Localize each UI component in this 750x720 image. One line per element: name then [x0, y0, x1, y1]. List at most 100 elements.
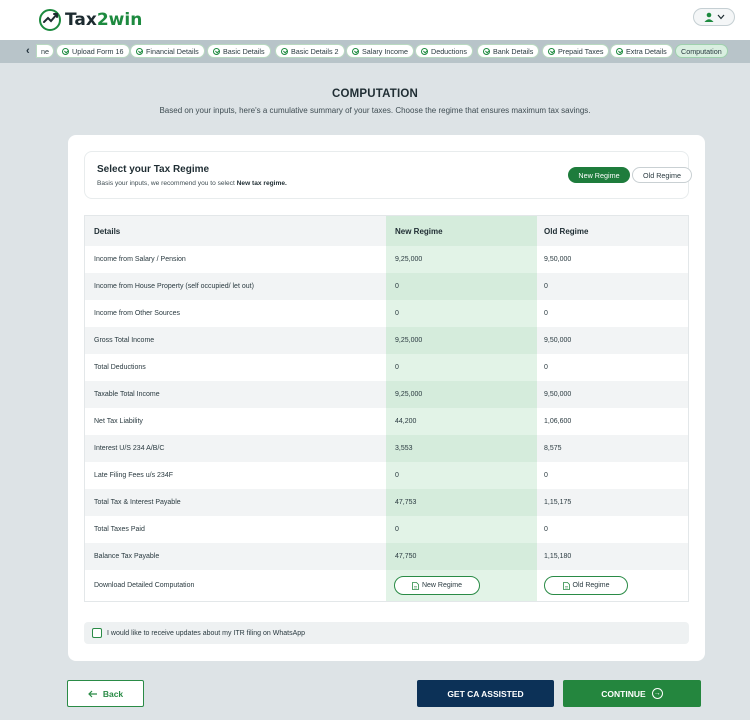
step-label: Deductions — [431, 46, 467, 56]
row-label: Income from House Property (self occupie… — [94, 283, 254, 290]
step-label: Computation — [681, 46, 722, 56]
new-regime-value: 0 — [386, 300, 537, 327]
logo-text-accent: 2win — [96, 10, 143, 30]
header-new-regime: New Regime — [386, 216, 537, 246]
table-row: Income from Salary / Pension 9,25,000 9,50… — [85, 246, 688, 273]
old-regime-value: 9,50,000 — [544, 337, 572, 344]
row-label: Total Taxes Paid — [94, 526, 145, 533]
step-prepaid-taxes[interactable]: Prepaid Taxes — [542, 44, 610, 58]
new-regime-toggle[interactable]: New Regime — [568, 167, 630, 183]
table-row: Balance Tax Payable 47,750 1,15,180 — [85, 543, 688, 570]
top-bar: Tax2win — [0, 0, 750, 40]
new-regime-value: 3,553 — [386, 435, 537, 462]
table-row: Total Tax & Interest Payable 47,753 1,15,1… — [85, 489, 688, 516]
step-label: Prepaid Taxes — [558, 46, 604, 56]
back-label: Back — [102, 688, 124, 699]
new-regime-value: 47,753 — [386, 489, 537, 516]
step-previous-partial[interactable]: ne — [36, 44, 54, 58]
check-circle-icon — [213, 47, 220, 55]
back-button[interactable]: Back — [67, 680, 144, 707]
arrow-right-circle-icon: → — [651, 688, 663, 699]
get-ca-assisted-button[interactable]: GET CA ASSISTED — [417, 680, 554, 707]
check-circle-icon — [136, 47, 143, 55]
row-label: Late Filing Fees u/s 234F — [94, 472, 173, 479]
whatsapp-label[interactable]: I would like to receive updates about my… — [107, 630, 305, 637]
table-header-row: Details New Regime Old Regime — [85, 216, 688, 246]
old-regime-value: 0 — [544, 526, 548, 533]
step-label: ne — [41, 46, 49, 56]
download-new-regime-button[interactable]: New Regime — [394, 576, 480, 595]
download-old-regime-button[interactable]: Old Regime — [544, 576, 628, 595]
old-regime-value: 0 — [544, 310, 548, 317]
new-regime-value: 9,25,000 — [386, 246, 537, 273]
old-regime-value: 1,15,175 — [544, 499, 572, 506]
logo-text: Tax2win — [65, 10, 142, 30]
check-circle-icon — [62, 47, 69, 55]
progress-steps: ‹ ne Upload Form 16 Financial Details Ba… — [0, 40, 750, 63]
step-deductions[interactable]: Deductions — [415, 44, 473, 58]
row-label: Income from Salary / Pension — [94, 256, 186, 263]
continue-label: CONTINUE — [601, 688, 646, 699]
new-regime-value: 9,25,000 — [386, 327, 537, 354]
step-label: Salary Income — [362, 46, 408, 56]
whatsapp-consent: I would like to receive updates about my… — [84, 622, 689, 644]
row-label: Balance Tax Payable — [94, 553, 160, 560]
step-basic-details[interactable]: Basic Details — [207, 44, 271, 58]
old-regime-value: 0 — [544, 472, 548, 479]
step-label: Upload Form 16 — [72, 46, 124, 56]
new-regime-value: 0 — [386, 273, 537, 300]
chevron-down-icon — [717, 14, 724, 20]
table-row: Total Taxes Paid 0 0 — [85, 516, 688, 543]
user-menu-button[interactable] — [693, 8, 735, 26]
new-regime-value: 0 — [386, 516, 537, 543]
document-icon — [412, 581, 419, 590]
download-label: Download Detailed Computation — [94, 582, 195, 589]
step-upload-form-16[interactable]: Upload Form 16 — [56, 44, 130, 58]
download-new-label: New Regime — [421, 582, 463, 589]
continue-button[interactable]: CONTINUE → — [563, 680, 701, 707]
check-circle-icon — [616, 47, 623, 55]
table-row: Income from House Property (self occupie… — [85, 273, 688, 300]
table-row: Total Deductions 0 0 — [85, 354, 688, 381]
step-computation[interactable]: Computation — [675, 44, 728, 58]
header-details: Details — [94, 226, 121, 236]
step-salary-income[interactable]: Salary Income — [346, 44, 414, 58]
table-row: Gross Total Income 9,25,000 9,50,000 — [85, 327, 688, 354]
step-label: Bank Details — [493, 46, 534, 56]
new-regime-value: 0 — [386, 354, 537, 381]
step-label: Financial Details — [146, 46, 199, 56]
new-regime-value: 44,200 — [386, 408, 537, 435]
step-bank-details[interactable]: Bank Details — [477, 44, 540, 58]
user-icon — [704, 12, 713, 22]
old-regime-value: 0 — [544, 364, 548, 371]
table-row: Interest U/S 234 A/B/C 3,553 8,575 — [85, 435, 688, 462]
step-extra-details[interactable]: Extra Details — [610, 44, 673, 58]
document-icon — [562, 581, 570, 590]
check-circle-icon — [548, 47, 555, 55]
row-label: Gross Total Income — [94, 337, 155, 344]
old-regime-toggle[interactable]: Old Regime — [632, 167, 692, 183]
regime-recommendation: Basis your inputs, we recommend you to s… — [97, 180, 287, 187]
page-subtitle: Based on your inputs, here's a cumulativ… — [159, 106, 591, 115]
whatsapp-checkbox[interactable] — [92, 628, 102, 638]
regime-selector: Select your Tax Regime Basis your inputs… — [84, 151, 692, 199]
computation-table: Details New Regime Old Regime Income fro… — [84, 215, 689, 602]
table-row: Income from Other Sources 0 0 — [85, 300, 688, 327]
new-regime-value: 47,750 — [386, 543, 537, 570]
row-label: Interest U/S 234 A/B/C — [94, 445, 165, 452]
step-basic-details-2[interactable]: Basic Details 2 — [275, 44, 345, 58]
old-regime-value: 9,50,000 — [544, 391, 572, 398]
old-regime-value: 8,575 — [544, 445, 562, 452]
regime-note-text: Basis your inputs, we recommend you to s… — [97, 180, 237, 187]
tax2win-logo[interactable]: Tax2win — [38, 8, 142, 32]
step-label: Basic Details — [223, 46, 265, 56]
check-circle-icon — [352, 47, 359, 55]
header-old-regime: Old Regime — [544, 226, 589, 236]
step-label: Basic Details 2 — [291, 46, 339, 56]
regime-title: Select your Tax Regime — [97, 164, 210, 175]
row-label: Net Tax Liability — [94, 418, 143, 425]
table-row: Taxable Total Income 9,25,000 9,50,000 — [85, 381, 688, 408]
old-regime-value: 1,06,600 — [544, 418, 572, 425]
step-financial-details[interactable]: Financial Details — [130, 44, 205, 58]
table-row: Late Filing Fees u/s 234F 0 0 — [85, 462, 688, 489]
